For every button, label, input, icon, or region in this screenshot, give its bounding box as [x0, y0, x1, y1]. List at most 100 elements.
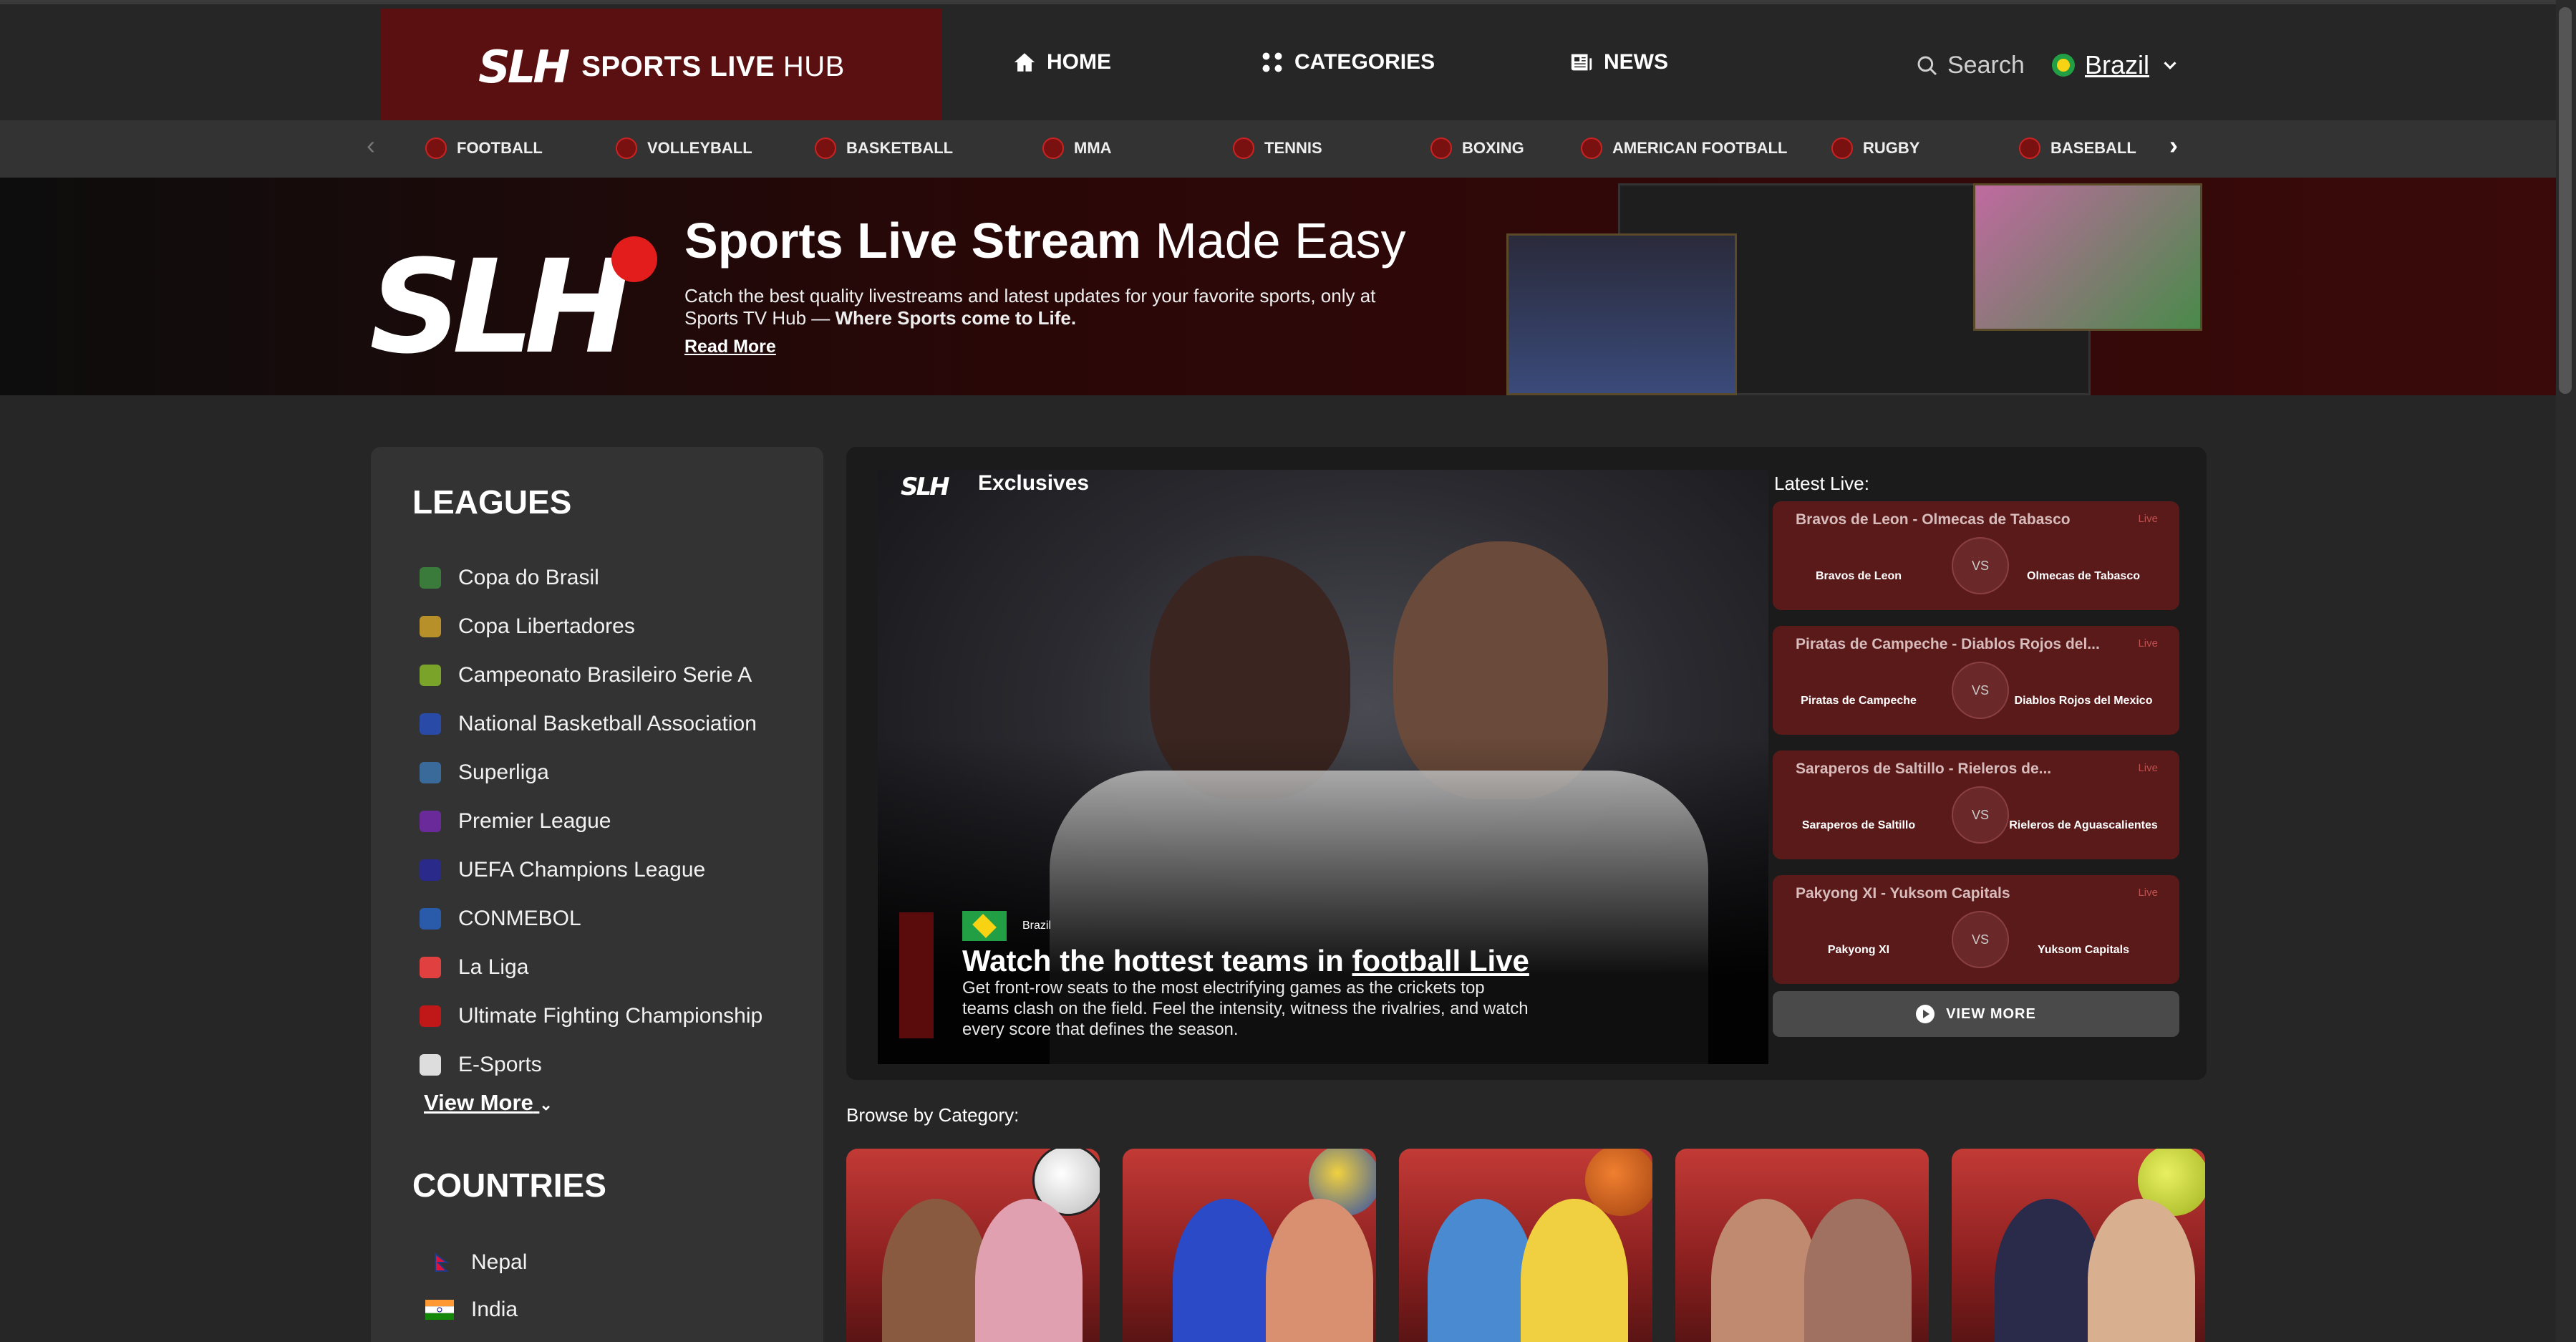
category-card-volleyball[interactable]: [1123, 1149, 1376, 1342]
hero-country: Brazil: [1022, 919, 1052, 932]
basketball-icon: [815, 137, 836, 159]
la-liga-icon: [420, 957, 441, 978]
logo-text: SPORTS LIVE HUB: [581, 51, 845, 83]
league-item[interactable]: UEFA Champions League: [420, 858, 705, 882]
browse-category-label: Browse by Category:: [846, 1104, 1020, 1126]
live-badge: Live: [2138, 513, 2158, 525]
leagues-view-more[interactable]: View More ⌄: [424, 1090, 553, 1116]
team-home: Pakyong XI: [1827, 944, 1890, 956]
view-more-label: View More: [424, 1090, 533, 1115]
league-item[interactable]: Superliga: [420, 761, 549, 785]
live-match-card[interactable]: Piratas de Campeche - Diablos Rojos del.…: [1773, 626, 2179, 735]
player-figure: [1428, 1199, 1535, 1342]
league-item[interactable]: National Basketball Association: [420, 712, 757, 736]
view-more-button[interactable]: VIEW MORE: [1773, 991, 2179, 1037]
sport-tab-label: VOLLEYBALL: [647, 139, 752, 157]
sport-tab-rugby[interactable]: RUGBY: [1831, 137, 1919, 159]
match-title: Bravos de Leon - Olmecas de Tabasco: [1796, 511, 2071, 528]
hero-accent-strip: [899, 912, 934, 1038]
banner-logo: SLH: [369, 233, 632, 382]
conmebol-icon: [420, 908, 441, 930]
league-label: La Liga: [458, 955, 529, 979]
nav-categories[interactable]: CATEGORIES: [1260, 50, 1435, 74]
sport-tab-american-football[interactable]: AMERICAN FOOTBALL: [1581, 137, 1787, 159]
vs-badge: VS: [1952, 662, 2009, 719]
sport-tab-football[interactable]: FOOTBALL: [425, 137, 543, 159]
brazil-flag-icon: [2052, 54, 2075, 77]
team-away: Olmecas de Tabasco: [2027, 570, 2140, 582]
search-button[interactable]: Search: [1916, 52, 2025, 79]
sport-tab-volleyball[interactable]: VOLLEYBALL: [616, 137, 752, 159]
brazil-flag-icon: [962, 911, 1007, 941]
country-item[interactable]: India: [425, 1298, 518, 1322]
live-match-card[interactable]: Pakyong XI - Yuksom Capitals Live Pakyon…: [1773, 875, 2179, 984]
league-item[interactable]: CONMEBOL: [420, 907, 581, 931]
sport-tab-basketball[interactable]: BASKETBALL: [815, 137, 953, 159]
category-card-basketball[interactable]: [1399, 1149, 1652, 1342]
player-figure: [2088, 1199, 2195, 1342]
live-badge: Live: [2138, 637, 2158, 650]
india-flag-icon: [425, 1300, 454, 1320]
mma-glove-icon: [1042, 137, 1064, 159]
league-item[interactable]: Copa do Brasil: [420, 566, 599, 590]
sport-tab-mma[interactable]: MMA: [1042, 137, 1112, 159]
newspaper-icon: [1571, 54, 1592, 71]
league-item[interactable]: Premier League: [420, 809, 611, 834]
volleyball-icon: [616, 137, 637, 159]
scroll-right-icon[interactable]: ›: [2169, 130, 2178, 160]
american-football-icon: [1581, 137, 1602, 159]
sport-tab-boxing[interactable]: BOXING: [1430, 137, 1524, 159]
banner-description: Catch the best quality livestreams and l…: [684, 285, 1415, 329]
sport-tab-tennis[interactable]: TENNIS: [1233, 137, 1322, 159]
league-item[interactable]: Ultimate Fighting Championship: [420, 1004, 762, 1028]
vs-badge: VS: [1952, 911, 2009, 968]
banner-title-bold: Sports Live Stream: [684, 213, 1141, 269]
league-item[interactable]: La Liga: [420, 955, 528, 980]
tennis-icon: [1233, 137, 1254, 159]
league-label: CONMEBOL: [458, 907, 581, 930]
country-selector[interactable]: Brazil: [2052, 50, 2181, 80]
league-label: National Basketball Association: [458, 712, 757, 735]
exclusives-label: Exclusives: [978, 471, 1090, 495]
league-item[interactable]: Copa Libertadores: [420, 614, 635, 639]
grid-icon: [1262, 52, 1282, 72]
match-title: Pakyong XI - Yuksom Capitals: [1796, 885, 2010, 902]
nav-home[interactable]: HOME: [1012, 50, 1111, 74]
sport-tab-label: AMERICAN FOOTBALL: [1612, 139, 1788, 157]
copa-do-brasil-icon: [420, 567, 441, 589]
team-away: Diablos Rojos del Mexico: [2014, 695, 2153, 707]
premier-league-icon: [420, 811, 441, 832]
category-card-tennis[interactable]: [1952, 1149, 2205, 1342]
league-label: Campeonato Brasileiro Serie A: [458, 663, 752, 687]
chevron-down-icon: ⌄: [539, 1096, 553, 1114]
league-item[interactable]: E-Sports: [420, 1053, 542, 1077]
sport-tab-label: FOOTBALL: [457, 139, 543, 157]
scroll-left-icon[interactable]: ‹: [367, 130, 375, 160]
player-figure: [882, 1199, 989, 1342]
sport-tab-label: RUGBY: [1863, 139, 1920, 157]
category-card-mma[interactable]: [1675, 1149, 1929, 1342]
banner-desc-bold: Where Sports come to Life.: [835, 307, 1077, 329]
match-title: Piratas de Campeche - Diablos Rojos del.…: [1796, 636, 2100, 652]
live-match-card[interactable]: Saraperos de Saltillo - Rieleros de... L…: [1773, 750, 2179, 859]
scrollbar-thumb[interactable]: [2559, 7, 2572, 394]
nav-news[interactable]: NEWS: [1569, 50, 1668, 74]
hero-title-link[interactable]: football Live: [1352, 944, 1529, 977]
countries-heading: COUNTRIES: [412, 1167, 606, 1204]
chevron-down-icon: [2164, 62, 2176, 69]
site-logo[interactable]: SLH SPORTS LIVE HUB: [381, 9, 942, 125]
match-title: Saraperos de Saltillo - Rieleros de...: [1796, 761, 2052, 777]
read-more-link[interactable]: Read More: [684, 337, 776, 357]
banner-mockup-phone: [1973, 183, 2202, 331]
sport-tab-label: MMA: [1074, 139, 1112, 157]
category-card-football[interactable]: [846, 1149, 1100, 1342]
league-item[interactable]: Campeonato Brasileiro Serie A: [420, 663, 752, 687]
nba-icon: [420, 713, 441, 735]
latest-live-label: Latest Live:: [1774, 473, 1869, 494]
live-match-card[interactable]: Bravos de Leon - Olmecas de Tabasco Live…: [1773, 501, 2179, 610]
sport-tab-label: BASEBALL: [2050, 139, 2136, 157]
logo-brand-light: HUB: [783, 50, 845, 82]
country-item[interactable]: Nepal: [425, 1250, 527, 1275]
vs-badge: VS: [1952, 786, 2009, 844]
sport-tab-baseball[interactable]: BASEBALL: [2019, 137, 2136, 159]
